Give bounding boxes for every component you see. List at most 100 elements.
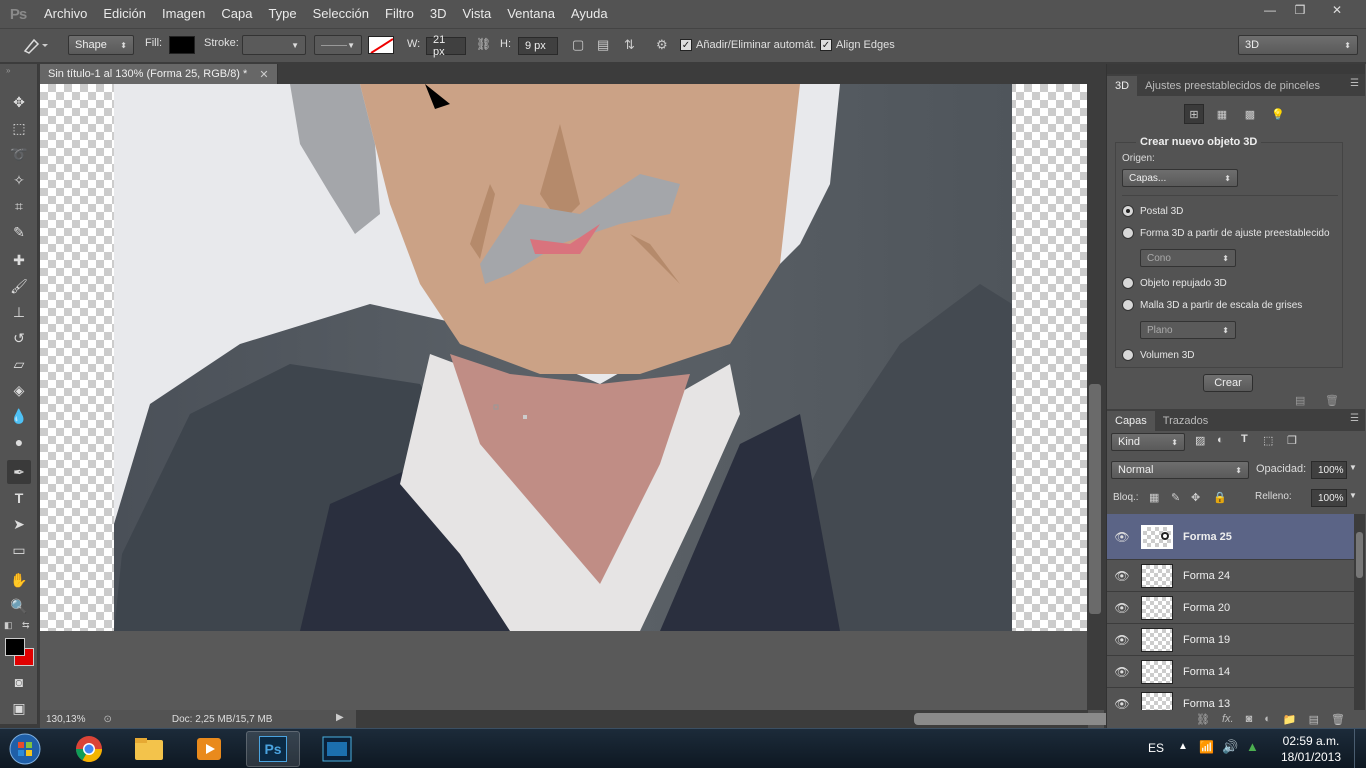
menu-seleccion[interactable]: Selección xyxy=(305,0,377,28)
rectangle-tool-icon[interactable]: ▭ xyxy=(7,538,31,562)
lock-all-icon[interactable]: 🔒 xyxy=(1213,491,1227,504)
new-group-icon[interactable]: 📁 xyxy=(1283,713,1297,726)
panel-menu-icon[interactable]: ☰ xyxy=(1350,78,1359,89)
marquee-tool-icon[interactable]: ⬚ xyxy=(7,116,31,140)
menu-type[interactable]: Type xyxy=(260,0,304,28)
clone-stamp-tool-icon[interactable]: ⊥ xyxy=(7,300,31,324)
minimize-button[interactable]: — xyxy=(1256,0,1284,20)
document-tab[interactable]: Sin título-1 al 130% (Forma 25, RGB/8) *… xyxy=(40,64,278,84)
workspace-select[interactable]: 3D ⬍ xyxy=(1238,35,1358,55)
eyedropper-tool-icon[interactable]: ✎ xyxy=(7,220,31,244)
dodge-tool-icon[interactable]: ● xyxy=(7,430,31,454)
option-grayscale-mesh[interactable]: Malla 3D a partir de escala de grises xyxy=(1122,299,1302,311)
menu-archivo[interactable]: Archivo xyxy=(36,0,95,28)
eye-icon[interactable]: 👁 xyxy=(1107,601,1137,615)
tab-3d[interactable]: 3D xyxy=(1107,76,1138,96)
stroke-type-select[interactable]: ▼ xyxy=(314,35,362,55)
tab-brush-presets[interactable]: Ajustes preestablecidos de pinceles xyxy=(1137,76,1328,96)
history-brush-tool-icon[interactable]: ↺ xyxy=(7,326,31,350)
menu-ventana[interactable]: Ventana xyxy=(499,0,563,28)
file-explorer-icon[interactable] xyxy=(122,731,176,767)
adjustment-layer-icon[interactable]: ◐ xyxy=(1264,713,1271,725)
zoom-level[interactable]: 130,13% xyxy=(46,714,85,725)
adjustment-filter-icon[interactable]: ◐ xyxy=(1217,434,1224,446)
photoshop-taskbar-icon[interactable]: Ps xyxy=(246,731,300,767)
checkbox-checked-icon[interactable]: ✓ xyxy=(820,39,832,51)
eraser-tool-icon[interactable]: ▱ xyxy=(7,352,31,376)
path-selection-tool-icon[interactable]: ➤ xyxy=(7,512,31,536)
eye-icon[interactable]: 👁 xyxy=(1107,665,1137,679)
menu-ayuda[interactable]: Ayuda xyxy=(563,0,616,28)
chrome-icon[interactable] xyxy=(62,731,116,767)
path-alignment-icon[interactable]: ▤ xyxy=(597,37,609,53)
paint-bucket-tool-icon[interactable]: ◈ xyxy=(7,378,31,402)
add-mask-icon[interactable]: ◙ xyxy=(1246,713,1253,725)
layer-row[interactable]: 👁 Forma 14 xyxy=(1107,656,1354,688)
type-tool-icon[interactable]: T xyxy=(7,486,31,510)
clock[interactable]: 02:59 a.m. 18/01/2013 xyxy=(1276,733,1346,765)
vertical-scrollbar[interactable] xyxy=(1087,84,1104,710)
layer-row[interactable]: 👁 Forma 24 xyxy=(1107,560,1354,592)
quick-mask-icon[interactable]: ◙ xyxy=(7,670,31,694)
brush-tool-icon[interactable]: 🖌 xyxy=(7,274,31,298)
layer-row[interactable]: 👁 Forma 13 xyxy=(1107,688,1354,710)
link-layers-icon[interactable]: ⛓ xyxy=(1196,713,1210,726)
media-player-icon[interactable] xyxy=(182,731,236,767)
origin-select[interactable]: Capas... ⬍ xyxy=(1122,169,1238,187)
healing-brush-tool-icon[interactable]: ✚ xyxy=(7,248,31,272)
height-input[interactable]: 9 px xyxy=(518,37,558,55)
scroll-thumb[interactable] xyxy=(1089,384,1101,614)
filter-kind-select[interactable]: Kind ⬍ xyxy=(1111,433,1185,451)
eye-icon[interactable]: 👁 xyxy=(1107,697,1137,711)
trash-icon[interactable]: 🗑 xyxy=(1331,713,1345,726)
status-menu-arrow-icon[interactable]: ▶ xyxy=(336,712,344,723)
scene-icon[interactable]: ⊞ xyxy=(1184,104,1204,124)
width-input[interactable]: 21 px xyxy=(426,34,466,58)
tool-mode-select[interactable]: Shape ⬍ xyxy=(68,35,134,55)
foreground-color-swatch[interactable] xyxy=(5,638,25,656)
export-icon[interactable]: ⊙ xyxy=(103,714,111,725)
toolbox-collapse-icon[interactable]: » xyxy=(6,66,10,75)
lock-position-icon[interactable]: ✥ xyxy=(1191,491,1200,504)
materials-icon[interactable]: ▩ xyxy=(1240,104,1260,124)
light-icon[interactable]: 💡 xyxy=(1268,104,1288,124)
type-filter-icon[interactable]: T xyxy=(1241,433,1248,445)
menu-edicion[interactable]: Edición xyxy=(95,0,154,28)
hand-tool-icon[interactable]: ✋ xyxy=(7,568,31,592)
create-button[interactable]: Crear xyxy=(1203,374,1253,392)
zoom-tool-icon[interactable]: 🔍 xyxy=(7,594,31,618)
close-button[interactable]: ✕ xyxy=(1316,0,1358,20)
new-layer-icon[interactable]: ▤ xyxy=(1309,713,1319,726)
lock-pixels-icon[interactable]: ✎ xyxy=(1171,491,1180,504)
stroke-width-select[interactable]: ▼ xyxy=(242,35,306,55)
eye-icon[interactable]: 👁 xyxy=(1107,530,1137,544)
move-tool-icon[interactable]: ✥ xyxy=(7,90,31,114)
layers-scrollbar[interactable] xyxy=(1354,514,1365,710)
app-window-icon[interactable] xyxy=(310,731,364,767)
panel-menu-icon[interactable]: ☰ xyxy=(1350,413,1359,424)
lasso-tool-icon[interactable]: ➰ xyxy=(7,142,31,166)
menu-filtro[interactable]: Filtro xyxy=(377,0,422,28)
link-icon[interactable]: ⛓ xyxy=(476,37,491,51)
pixel-filter-icon[interactable]: ▨ xyxy=(1195,434,1205,447)
option-preset-shape[interactable]: Forma 3D a partir de ajuste preestableci… xyxy=(1122,227,1330,239)
checkbox-checked-icon[interactable]: ✓ xyxy=(680,39,692,51)
default-colors-icon[interactable]: ◧ xyxy=(4,620,13,631)
layer-row[interactable]: 👁 Forma 19 xyxy=(1107,624,1354,656)
eye-icon[interactable]: 👁 xyxy=(1107,633,1137,647)
option-volume-3d[interactable]: Volumen 3D xyxy=(1122,349,1194,361)
start-button[interactable] xyxy=(0,731,50,767)
fill-swatch[interactable] xyxy=(169,36,195,54)
path-arrangement-icon[interactable]: ⇅ xyxy=(624,37,635,53)
menu-capa[interactable]: Capa xyxy=(213,0,260,28)
blend-mode-select[interactable]: Normal ⬍ xyxy=(1111,461,1249,479)
restore-button[interactable]: ❒ xyxy=(1286,0,1314,20)
horizontal-scrollbar[interactable] xyxy=(356,710,1140,728)
network-icon[interactable]: 📶 xyxy=(1199,740,1214,754)
layer-row[interactable]: 👁 Forma 25 xyxy=(1107,514,1354,560)
opacity-input[interactable]: 100% xyxy=(1311,461,1347,479)
menu-vista[interactable]: Vista xyxy=(455,0,500,28)
volume-icon[interactable]: 🔊 xyxy=(1222,739,1238,755)
lock-transparency-icon[interactable]: ▦ xyxy=(1149,491,1159,504)
gear-icon[interactable]: ⚙ xyxy=(656,37,668,53)
